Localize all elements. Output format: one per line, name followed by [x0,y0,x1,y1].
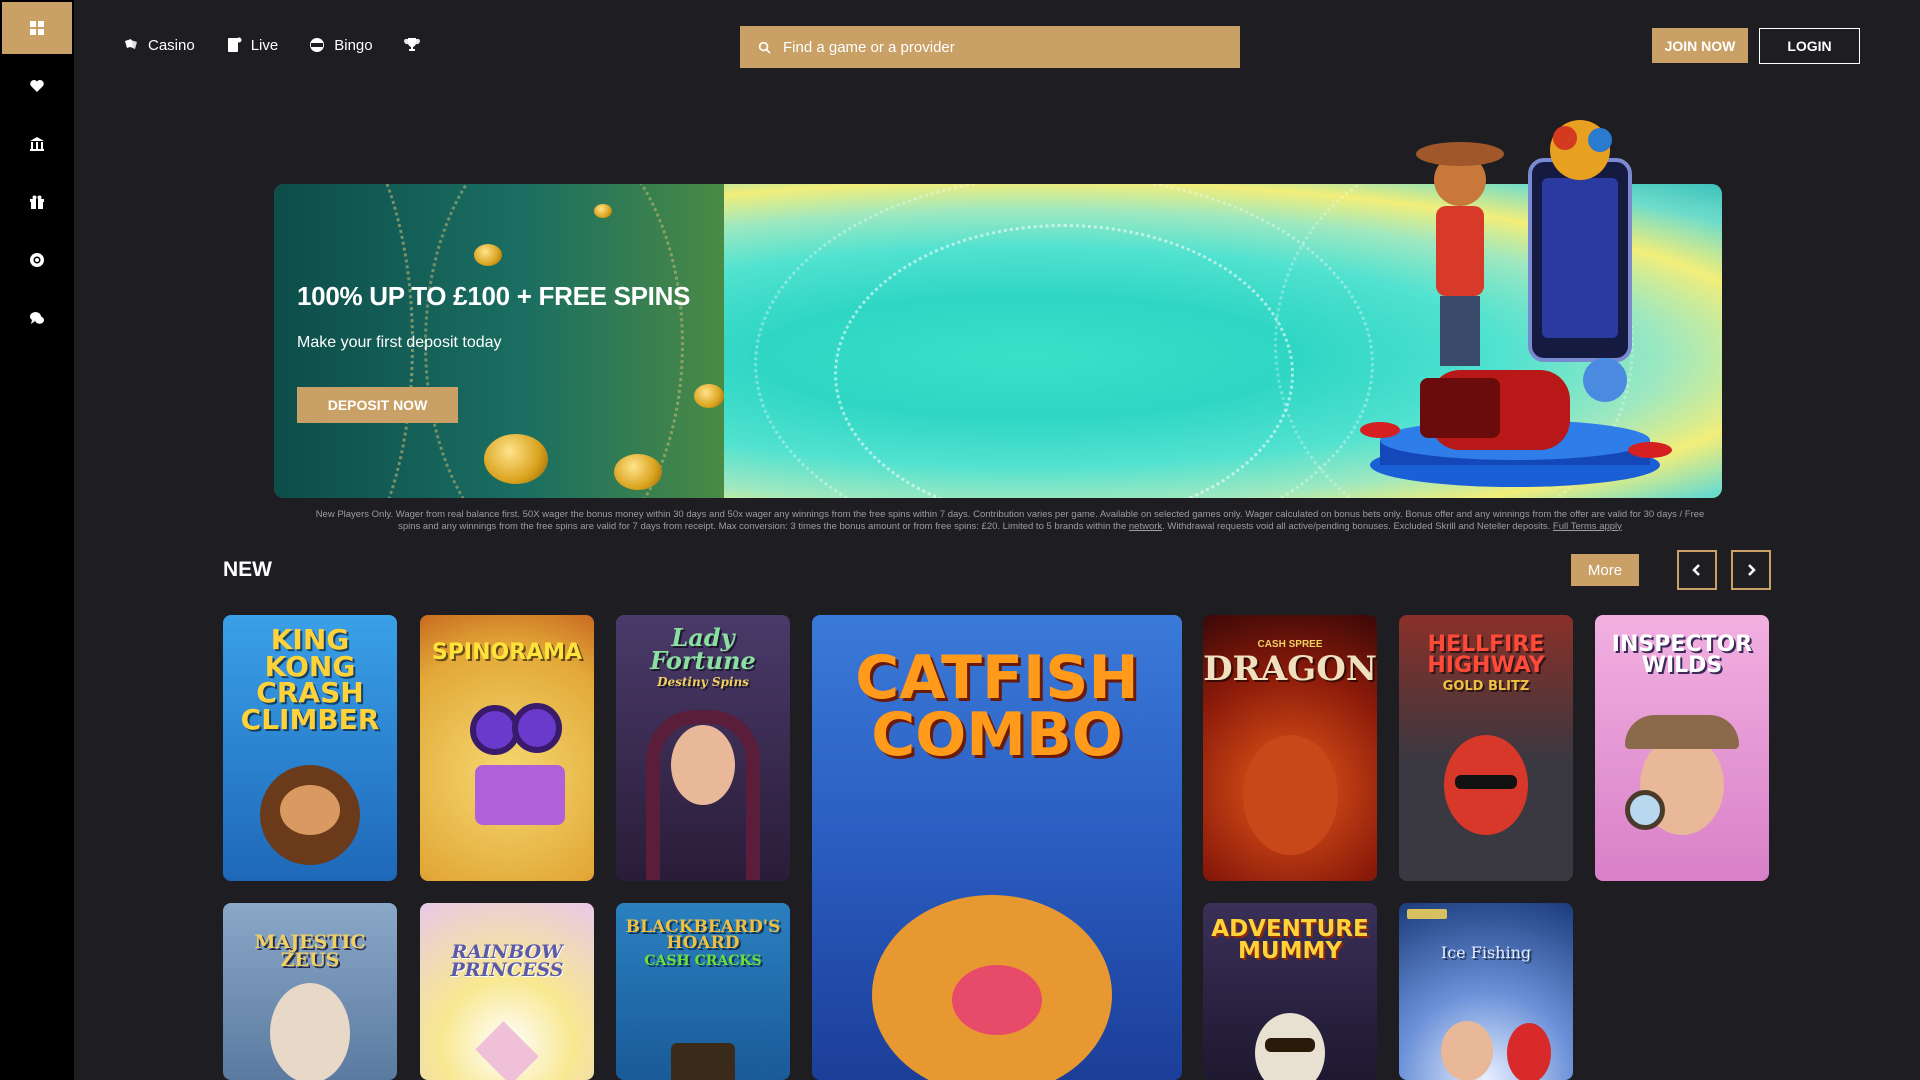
nav-casino-label: Casino [148,36,195,54]
game-tile-lady-fortune[interactable]: Lady Fortune Destiny Spins [616,615,790,881]
hat-illustration [1625,715,1739,749]
game-tile-spinorama[interactable]: SPINORAMA [420,615,594,881]
game-subtitle: Destiny Spins [657,674,749,689]
gift-icon [30,195,44,209]
game-title-main: Lady Fortune [650,623,756,675]
main-nav: Casino Live Bingo [122,36,421,54]
bonus-terms: New Players Only. Wager from real balanc… [305,509,1715,532]
game-tile-rainbow-princess[interactable]: RAINBOW PRINCESS [420,903,594,1080]
nav-live-label: Live [250,36,279,54]
game-title: Ice Fishing [1440,943,1532,962]
heart-icon [30,80,44,92]
chevron-right-icon [1748,564,1756,576]
chevron-left-icon [1692,564,1700,576]
game-title: Lady Fortune Destiny Spins [616,626,790,689]
gorilla-face [280,785,340,835]
building-icon [30,137,44,151]
game-tile-inspector-wilds[interactable]: INSPECTOR WILDS [1595,615,1769,881]
nav-casino[interactable]: Casino [122,36,195,54]
sidebar [0,0,74,1080]
login-button[interactable]: LOGIN [1759,28,1860,64]
game-title: HELLFIRE HIGHWAY GOLD BLITZ [1399,632,1573,694]
mummy-goggles [1265,1038,1315,1052]
game-tile-king-kong-crash-climber[interactable]: KING KONG CRASH CLIMBER [223,615,397,881]
dragon-illustration [1243,735,1338,855]
game-tile-cash-spree-dragon[interactable]: CASH SPREE DRAGON [1203,615,1377,881]
game-tile-catfish-combo[interactable]: CATFISH COMBO [812,615,1182,1080]
lifebuoy-icon [30,253,44,267]
zeus-illustration [270,983,350,1080]
sidebar-item-home[interactable] [2,2,72,54]
join-now-button[interactable]: JOIN NOW [1652,28,1748,63]
sidebar-item-promotions[interactable] [2,176,72,228]
trophy-icon [403,38,420,51]
banner-title: 100% UP TO £100 + FREE SPINS [297,281,691,311]
nav-live[interactable]: Live [225,36,279,54]
game-tile-hellfire-highway[interactable]: HELLFIRE HIGHWAY GOLD BLITZ [1399,615,1573,881]
search-bar[interactable] [740,26,1240,68]
more-button[interactable]: More [1571,554,1639,586]
bow-illustration [475,1021,539,1080]
nav-bingo[interactable]: Bingo [308,36,373,54]
sunglasses-illustration [1455,775,1517,789]
network-link[interactable]: network [1129,521,1162,532]
full-terms-link[interactable]: Full Terms apply [1553,521,1622,532]
hair-illustration [646,710,760,880]
game-title: DRAGON [1203,649,1377,689]
carousel-prev-button[interactable] [1677,550,1717,590]
carousel-next-button[interactable] [1731,550,1771,590]
game-title: CATFISH COMBO [855,643,1139,770]
camera-illustration [475,765,565,825]
game-title: RAINBOW PRINCESS [450,941,564,982]
presenter-illustration [1441,1021,1493,1080]
header: Casino Live Bingo JOIN NOW LOGIN [74,0,1920,94]
sidebar-item-help[interactable] [2,234,72,286]
catfish-mouth [952,965,1042,1035]
terms-text-part-2: . Withdrawal requests void all active/pe… [1162,520,1553,532]
nav-tournaments[interactable] [403,36,421,54]
game-title-main: BLACKBEARD'S HOARD [625,917,781,954]
magnifying-glass-icon [1625,790,1665,830]
sidebar-item-casino[interactable] [2,118,72,170]
game-tile-ice-fishing[interactable]: Ice Fishing [1399,903,1573,1080]
game-tile-adventure-mummy[interactable]: ADVENTURE MUMMY [1203,903,1377,1080]
game-tile-blackbeards-hoard[interactable]: BLACKBEARD'S HOARD CASH CRACKS [616,903,790,1080]
search-icon [758,41,771,54]
game-subtitle: GOLD BLITZ [1442,678,1530,694]
game-title: ADVENTURE MUMMY [1211,916,1369,964]
chat-icon [30,312,44,324]
section-title-new: NEW [223,558,272,581]
search-input[interactable] [783,38,1203,56]
live-cards-icon [227,37,242,52]
red-fish-illustration [1507,1023,1551,1080]
game-title: SPINORAMA [431,640,583,665]
game-title-main: HELLFIRE HIGHWAY [1427,632,1545,678]
treasure-chest-illustration [671,1043,735,1080]
deposit-now-button[interactable]: DEPOSIT NOW [297,387,458,423]
bingo-ball-icon [310,38,325,52]
banner-subtitle: Make your first deposit today [297,334,502,351]
banner-slot-machine-illustration [1360,120,1672,487]
sidebar-item-favourites[interactable] [2,60,72,112]
game-tile-majestic-zeus[interactable]: MAJESTIC ZEUS [223,903,397,1080]
game-title: MAJESTIC ZEUS [254,931,366,972]
sidebar-item-chat[interactable] [2,292,72,344]
game-title: KING KONG CRASH CLIMBER [240,623,380,736]
game-title: BLACKBEARD'S HOARD CASH CRACKS [616,917,790,970]
nav-bingo-label: Bingo [334,36,373,54]
cards-icon [125,39,137,49]
grid-icon [30,21,44,35]
game-title: INSPECTOR WILDS [1611,632,1753,678]
film-reel-illustration [512,703,562,753]
game-subtitle: CASH CRACKS [644,953,762,970]
provider-badge [1407,909,1447,919]
